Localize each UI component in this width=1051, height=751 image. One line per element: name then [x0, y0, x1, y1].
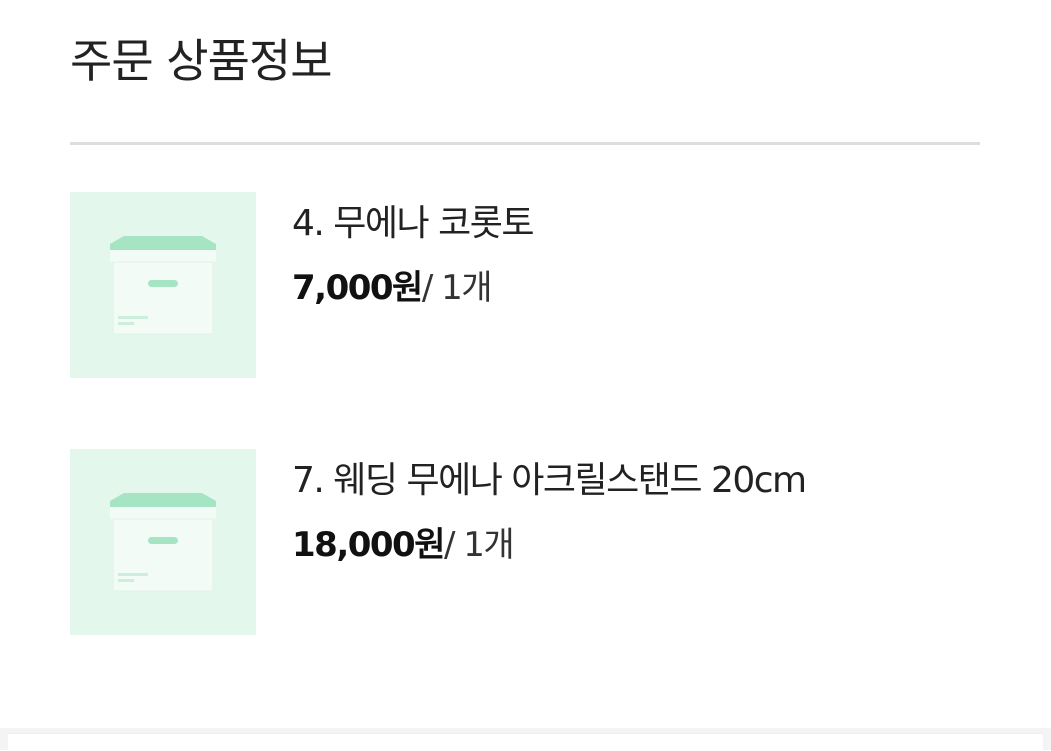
price-line: 7,000원/ 1개	[292, 266, 533, 310]
product-quantity: / 1개	[443, 525, 515, 565]
product-thumbnail[interactable]	[70, 449, 256, 635]
box-placeholder-icon	[110, 493, 216, 592]
product-quantity: / 1개	[421, 268, 493, 308]
product-name[interactable]: 7. 웨딩 무에나 아크릴스탠드 20cm	[292, 457, 807, 505]
title-divider	[70, 142, 980, 145]
product-name[interactable]: 4. 무에나 코롯토	[292, 200, 534, 248]
product-price: 18,000원	[292, 525, 445, 565]
order-item[interactable]: 4. 무에나 코롯토 7,000원/ 1개	[70, 192, 980, 378]
order-items-section: 주문 상품정보 4. 무에나 코롯토 7,000원/ 1개 7. 웨딩 무에나 …	[0, 0, 1051, 728]
product-info: 7. 웨딩 무에나 아크릴스탠드 20cm 18,000원/ 1개	[292, 457, 807, 567]
order-item[interactable]: 7. 웨딩 무에나 아크릴스탠드 20cm 18,000원/ 1개	[70, 449, 980, 635]
product-thumbnail[interactable]	[70, 192, 256, 378]
price-line: 18,000원/ 1개	[292, 523, 806, 567]
product-price: 7,000원	[292, 268, 423, 308]
next-section-edge	[8, 733, 1043, 751]
product-info: 4. 무에나 코롯토 7,000원/ 1개	[292, 200, 534, 310]
section-title: 주문 상품정보	[70, 34, 333, 88]
box-placeholder-icon	[110, 236, 216, 335]
